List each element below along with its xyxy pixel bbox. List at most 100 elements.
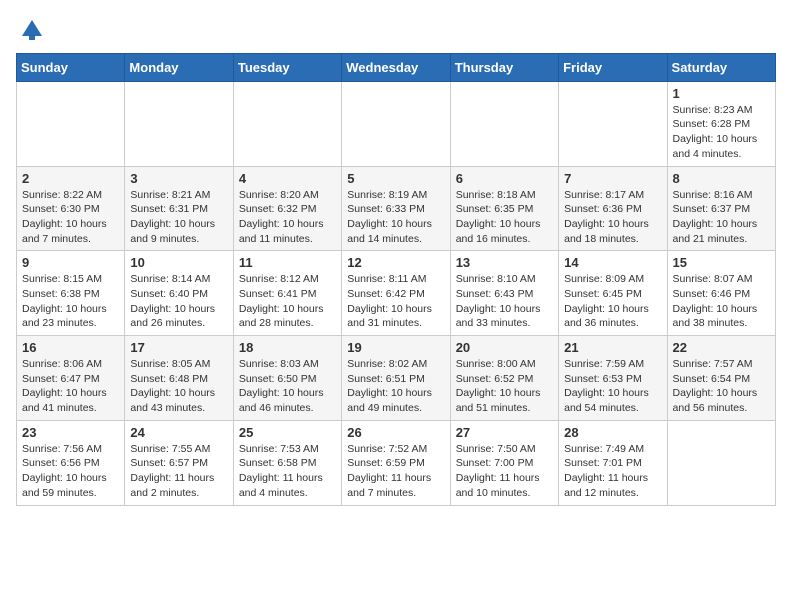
- calendar-cell: 17 Sunrise: 8:05 AM Sunset: 6:48 PM Dayli…: [125, 336, 233, 421]
- calendar-cell: 5 Sunrise: 8:19 AM Sunset: 6:33 PM Daylig…: [342, 166, 450, 251]
- calendar-cell: 2Sunrise: 8:22 AM Sunset: 6:30 PM Daylig…: [17, 166, 125, 251]
- calendar-cell: 18Sunrise: 8:03 AM Sunset: 6:50 PM Dayli…: [233, 336, 341, 421]
- day-info: Sunrise: 7:49 AM Sunset: 7:01 PM Dayligh…: [564, 442, 661, 501]
- day-number: 7: [564, 171, 661, 186]
- day-info: Sunrise: 7:53 AM Sunset: 6:58 PM Dayligh…: [239, 442, 336, 501]
- day-number: 21: [564, 340, 661, 355]
- day-info: Sunrise: 8:20 AM Sunset: 6:32 PM Dayligh…: [239, 188, 336, 247]
- calendar-cell: 7 Sunrise: 8:17 AM Sunset: 6:36 PM Daylig…: [559, 166, 667, 251]
- day-number: 11: [239, 255, 336, 270]
- calendar-cell: [17, 81, 125, 166]
- day-number: 9: [22, 255, 119, 270]
- day-number: 12: [347, 255, 444, 270]
- day-info: Sunrise: 7:50 AM Sunset: 7:00 PM Dayligh…: [456, 442, 553, 501]
- logo: [16, 16, 46, 49]
- day-info: Sunrise: 8:18 AM Sunset: 6:35 PM Dayligh…: [456, 188, 553, 247]
- calendar-cell: 13Sunrise: 8:10 AM Sunset: 6:43 PM Dayli…: [450, 251, 558, 336]
- calendar-cell: 1 Sunrise: 8:23 AM Sunset: 6:28 PM Daylig…: [667, 81, 775, 166]
- calendar-cell: [342, 81, 450, 166]
- day-info: Sunrise: 7:52 AM Sunset: 6:59 PM Dayligh…: [347, 442, 444, 501]
- day-info: Sunrise: 8:23 AM Sunset: 6:28 PM Dayligh…: [673, 103, 770, 162]
- calendar-cell: 15 Sunrise: 8:07 AM Sunset: 6:46 PM Dayli…: [667, 251, 775, 336]
- calendar-cell: 11Sunrise: 8:12 AM Sunset: 6:41 PM Dayli…: [233, 251, 341, 336]
- header-wednesday: Wednesday: [342, 53, 450, 81]
- calendar-cell: 25 Sunrise: 7:53 AM Sunset: 6:58 PM Dayli…: [233, 420, 341, 505]
- header-friday: Friday: [559, 53, 667, 81]
- calendar-cell: 21 Sunrise: 7:59 AM Sunset: 6:53 PM Dayli…: [559, 336, 667, 421]
- calendar-cell: 12 Sunrise: 8:11 AM Sunset: 6:42 PM Dayli…: [342, 251, 450, 336]
- day-number: 8: [673, 171, 770, 186]
- calendar-cell: 3 Sunrise: 8:21 AM Sunset: 6:31 PM Daylig…: [125, 166, 233, 251]
- calendar-cell: 19 Sunrise: 8:02 AM Sunset: 6:51 PM Dayli…: [342, 336, 450, 421]
- day-number: 4: [239, 171, 336, 186]
- day-info: Sunrise: 8:15 AM Sunset: 6:38 PM Dayligh…: [22, 272, 119, 331]
- header-monday: Monday: [125, 53, 233, 81]
- calendar-cell: 28 Sunrise: 7:49 AM Sunset: 7:01 PM Dayli…: [559, 420, 667, 505]
- calendar-cell: [233, 81, 341, 166]
- day-number: 2: [22, 171, 119, 186]
- calendar-week-1: 2Sunrise: 8:22 AM Sunset: 6:30 PM Daylig…: [17, 166, 776, 251]
- calendar-cell: 27 Sunrise: 7:50 AM Sunset: 7:00 PM Dayli…: [450, 420, 558, 505]
- calendar-header-row: SundayMondayTuesdayWednesdayThursdayFrid…: [17, 53, 776, 81]
- calendar-week-3: 16 Sunrise: 8:06 AM Sunset: 6:47 PM Dayli…: [17, 336, 776, 421]
- day-info: Sunrise: 8:02 AM Sunset: 6:51 PM Dayligh…: [347, 357, 444, 416]
- day-number: 28: [564, 425, 661, 440]
- day-number: 19: [347, 340, 444, 355]
- day-info: Sunrise: 8:19 AM Sunset: 6:33 PM Dayligh…: [347, 188, 444, 247]
- calendar-cell: [667, 420, 775, 505]
- day-number: 20: [456, 340, 553, 355]
- day-info: Sunrise: 8:11 AM Sunset: 6:42 PM Dayligh…: [347, 272, 444, 331]
- calendar-cell: [450, 81, 558, 166]
- day-number: 13: [456, 255, 553, 270]
- day-info: Sunrise: 8:07 AM Sunset: 6:46 PM Dayligh…: [673, 272, 770, 331]
- calendar-cell: 23 Sunrise: 7:56 AM Sunset: 6:56 PM Dayli…: [17, 420, 125, 505]
- calendar-cell: 8 Sunrise: 8:16 AM Sunset: 6:37 PM Daylig…: [667, 166, 775, 251]
- day-info: Sunrise: 8:09 AM Sunset: 6:45 PM Dayligh…: [564, 272, 661, 331]
- header-tuesday: Tuesday: [233, 53, 341, 81]
- day-number: 6: [456, 171, 553, 186]
- calendar: SundayMondayTuesdayWednesdayThursdayFrid…: [16, 53, 776, 506]
- day-number: 18: [239, 340, 336, 355]
- day-number: 26: [347, 425, 444, 440]
- day-info: Sunrise: 8:06 AM Sunset: 6:47 PM Dayligh…: [22, 357, 119, 416]
- calendar-week-2: 9 Sunrise: 8:15 AM Sunset: 6:38 PM Daylig…: [17, 251, 776, 336]
- day-info: Sunrise: 8:00 AM Sunset: 6:52 PM Dayligh…: [456, 357, 553, 416]
- calendar-cell: 14Sunrise: 8:09 AM Sunset: 6:45 PM Dayli…: [559, 251, 667, 336]
- header: [16, 16, 776, 49]
- day-info: Sunrise: 7:57 AM Sunset: 6:54 PM Dayligh…: [673, 357, 770, 416]
- day-number: 24: [130, 425, 227, 440]
- calendar-week-4: 23 Sunrise: 7:56 AM Sunset: 6:56 PM Dayli…: [17, 420, 776, 505]
- header-saturday: Saturday: [667, 53, 775, 81]
- calendar-cell: 10Sunrise: 8:14 AM Sunset: 6:40 PM Dayli…: [125, 251, 233, 336]
- day-number: 1: [673, 86, 770, 101]
- day-info: Sunrise: 7:55 AM Sunset: 6:57 PM Dayligh…: [130, 442, 227, 501]
- calendar-cell: 4 Sunrise: 8:20 AM Sunset: 6:32 PM Daylig…: [233, 166, 341, 251]
- day-info: Sunrise: 8:21 AM Sunset: 6:31 PM Dayligh…: [130, 188, 227, 247]
- day-number: 22: [673, 340, 770, 355]
- day-info: Sunrise: 8:05 AM Sunset: 6:48 PM Dayligh…: [130, 357, 227, 416]
- day-number: 3: [130, 171, 227, 186]
- calendar-week-0: 1 Sunrise: 8:23 AM Sunset: 6:28 PM Daylig…: [17, 81, 776, 166]
- day-info: Sunrise: 7:59 AM Sunset: 6:53 PM Dayligh…: [564, 357, 661, 416]
- day-number: 25: [239, 425, 336, 440]
- day-number: 16: [22, 340, 119, 355]
- calendar-cell: [559, 81, 667, 166]
- day-info: Sunrise: 8:17 AM Sunset: 6:36 PM Dayligh…: [564, 188, 661, 247]
- day-number: 5: [347, 171, 444, 186]
- calendar-cell: 9 Sunrise: 8:15 AM Sunset: 6:38 PM Daylig…: [17, 251, 125, 336]
- calendar-cell: 6 Sunrise: 8:18 AM Sunset: 6:35 PM Daylig…: [450, 166, 558, 251]
- day-number: 17: [130, 340, 227, 355]
- logo-icon: [18, 16, 46, 44]
- day-info: Sunrise: 8:16 AM Sunset: 6:37 PM Dayligh…: [673, 188, 770, 247]
- header-sunday: Sunday: [17, 53, 125, 81]
- day-number: 27: [456, 425, 553, 440]
- calendar-cell: 20 Sunrise: 8:00 AM Sunset: 6:52 PM Dayli…: [450, 336, 558, 421]
- day-number: 15: [673, 255, 770, 270]
- calendar-cell: 16 Sunrise: 8:06 AM Sunset: 6:47 PM Dayli…: [17, 336, 125, 421]
- calendar-cell: 26 Sunrise: 7:52 AM Sunset: 6:59 PM Dayli…: [342, 420, 450, 505]
- calendar-cell: [125, 81, 233, 166]
- day-info: Sunrise: 7:56 AM Sunset: 6:56 PM Dayligh…: [22, 442, 119, 501]
- day-number: 23: [22, 425, 119, 440]
- header-thursday: Thursday: [450, 53, 558, 81]
- day-info: Sunrise: 8:14 AM Sunset: 6:40 PM Dayligh…: [130, 272, 227, 331]
